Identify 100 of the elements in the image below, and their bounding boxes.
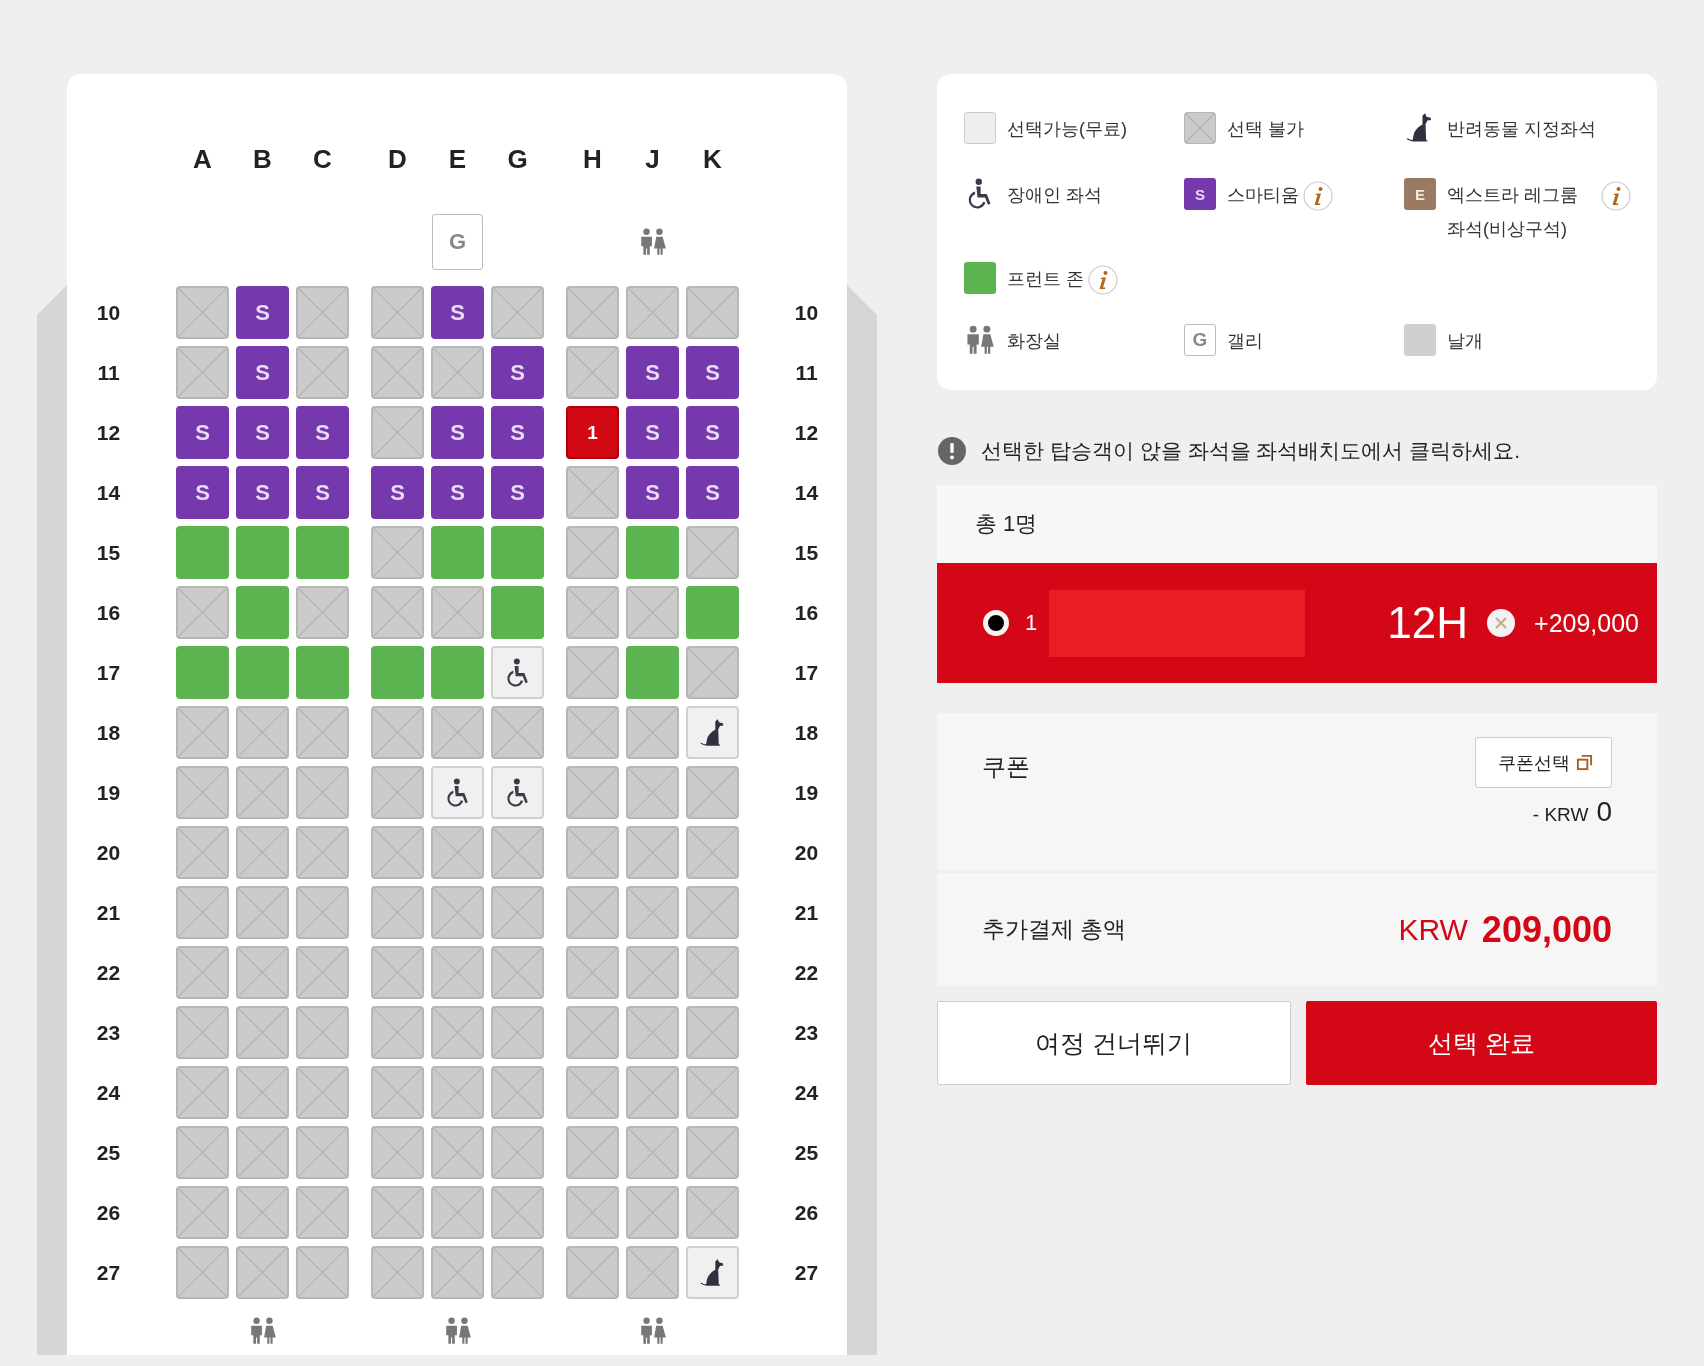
seat[interactable]: S (236, 466, 289, 519)
row-number: 12 (96, 420, 121, 445)
total-currency: KRW (1398, 912, 1468, 947)
confirm-button[interactable]: 선택 완료 (1305, 1001, 1657, 1085)
column-letter: K (703, 143, 722, 175)
seat[interactable]: S (626, 466, 679, 519)
legend-label: 스마티움 (1227, 184, 1299, 208)
column-letter: J (645, 143, 660, 175)
remove-icon[interactable] (1486, 608, 1517, 638)
row-number: 22 (794, 960, 819, 985)
row-number: 19 (96, 780, 121, 805)
row-number: 23 (96, 1020, 121, 1045)
seat[interactable]: S (431, 406, 484, 459)
seat[interactable]: S (371, 466, 424, 519)
total-label: 추가결제 총액 (982, 915, 1127, 944)
row-number: 22 (96, 960, 121, 985)
seat[interactable]: S (176, 466, 229, 519)
seat[interactable]: S (626, 406, 679, 459)
row-number: 18 (96, 720, 121, 745)
seat[interactable]: 1 (566, 406, 619, 459)
coupon-select-button[interactable]: 쿠폰선택 (1475, 737, 1612, 788)
row-number: 16 (794, 600, 819, 625)
alert-icon (937, 436, 967, 466)
column-letter: H (583, 143, 602, 175)
seat[interactable] (491, 766, 544, 819)
row-number: 27 (794, 1260, 819, 1285)
seat[interactable]: S (686, 346, 739, 399)
legend-label: 날개 (1447, 329, 1483, 353)
discount-amount: 0 (1596, 796, 1612, 828)
row-number: 24 (96, 1080, 121, 1105)
legend-label: 반려동물 지정좌석 (1447, 118, 1596, 141)
seat[interactable]: S (236, 286, 289, 339)
legend-label: 장애인 좌석 (1007, 184, 1102, 208)
passenger-row[interactable]: 1 12H +209,000 (937, 563, 1657, 683)
smartium-swatch: S (1184, 178, 1216, 211)
legend-label: 선택가능(무료) (1007, 118, 1127, 141)
seat-number: 12H (1387, 598, 1469, 648)
row-number: 21 (794, 900, 819, 925)
info-icon[interactable] (1088, 264, 1118, 295)
row-number: 19 (794, 780, 819, 805)
info-icon[interactable] (1303, 181, 1333, 212)
row-number: 17 (794, 660, 819, 685)
front-zone-swatch (964, 261, 996, 294)
row-number: 23 (794, 1020, 819, 1045)
seat[interactable]: S (296, 466, 349, 519)
legend-label: 프런트 존 (1007, 267, 1084, 291)
galley-marker: G (432, 214, 483, 270)
seat[interactable]: S (431, 286, 484, 339)
seat[interactable]: S (176, 406, 229, 459)
row-number: 24 (794, 1080, 819, 1105)
popup-icon (1576, 754, 1593, 771)
instruction-text: 선택한 탑승객이 앉을 좌석을 좌석배치도에서 클릭하세요. (981, 438, 1520, 464)
row-number: 17 (96, 660, 121, 685)
unavailable-swatch (1184, 112, 1216, 144)
seat[interactable] (491, 646, 544, 699)
row-number: 25 (96, 1140, 121, 1165)
seat[interactable]: S (626, 346, 679, 399)
row-number: 26 (96, 1200, 121, 1225)
seat[interactable] (686, 706, 739, 759)
passenger-number: 1 (1025, 610, 1038, 636)
seat[interactable] (686, 1246, 739, 1299)
row-number: 26 (794, 1200, 819, 1225)
legend-label: 엑스트라 레그룸 좌석(비상구석) (1447, 184, 1579, 242)
row-number: 12 (794, 420, 819, 445)
seat[interactable]: S (296, 406, 349, 459)
seat[interactable] (431, 766, 484, 819)
available-swatch (964, 112, 996, 144)
row-number: 18 (794, 720, 819, 745)
row-number: 25 (794, 1140, 819, 1165)
row-number: 16 (96, 600, 121, 625)
skip-button[interactable]: 여정 건너뛰기 (937, 1001, 1291, 1085)
column-letter: D (388, 143, 407, 175)
restroom-icon (964, 323, 996, 356)
column-letter: B (253, 143, 272, 175)
seat-price: +209,000 (1534, 608, 1639, 638)
legend-label: 화장실 (1007, 329, 1061, 353)
seat[interactable]: S (491, 346, 544, 399)
coupon-label: 쿠폰 (982, 752, 1030, 782)
seat[interactable]: S (686, 466, 739, 519)
legend-label: 갤리 (1227, 329, 1263, 353)
row-number: 20 (794, 840, 819, 865)
total-amount: 209,000 (1481, 908, 1612, 951)
info-icon[interactable] (1601, 181, 1631, 212)
seat[interactable]: S (236, 346, 289, 399)
seat[interactable]: S (686, 406, 739, 459)
seat[interactable]: S (236, 406, 289, 459)
row-number: 10 (96, 300, 121, 325)
column-letter: G (507, 143, 528, 175)
discount-currency: - KRW (1532, 804, 1589, 826)
seat[interactable]: S (491, 406, 544, 459)
row-number: 20 (96, 840, 121, 865)
radio-button[interactable] (983, 610, 1009, 636)
column-letter: E (448, 143, 467, 175)
wing-swatch (1404, 323, 1436, 356)
seat[interactable]: S (431, 466, 484, 519)
seat[interactable]: S (491, 466, 544, 519)
galley-swatch: G (1184, 323, 1216, 356)
row-number: 11 (97, 360, 120, 385)
row-number: 15 (794, 540, 819, 565)
row-number: 14 (794, 480, 819, 505)
